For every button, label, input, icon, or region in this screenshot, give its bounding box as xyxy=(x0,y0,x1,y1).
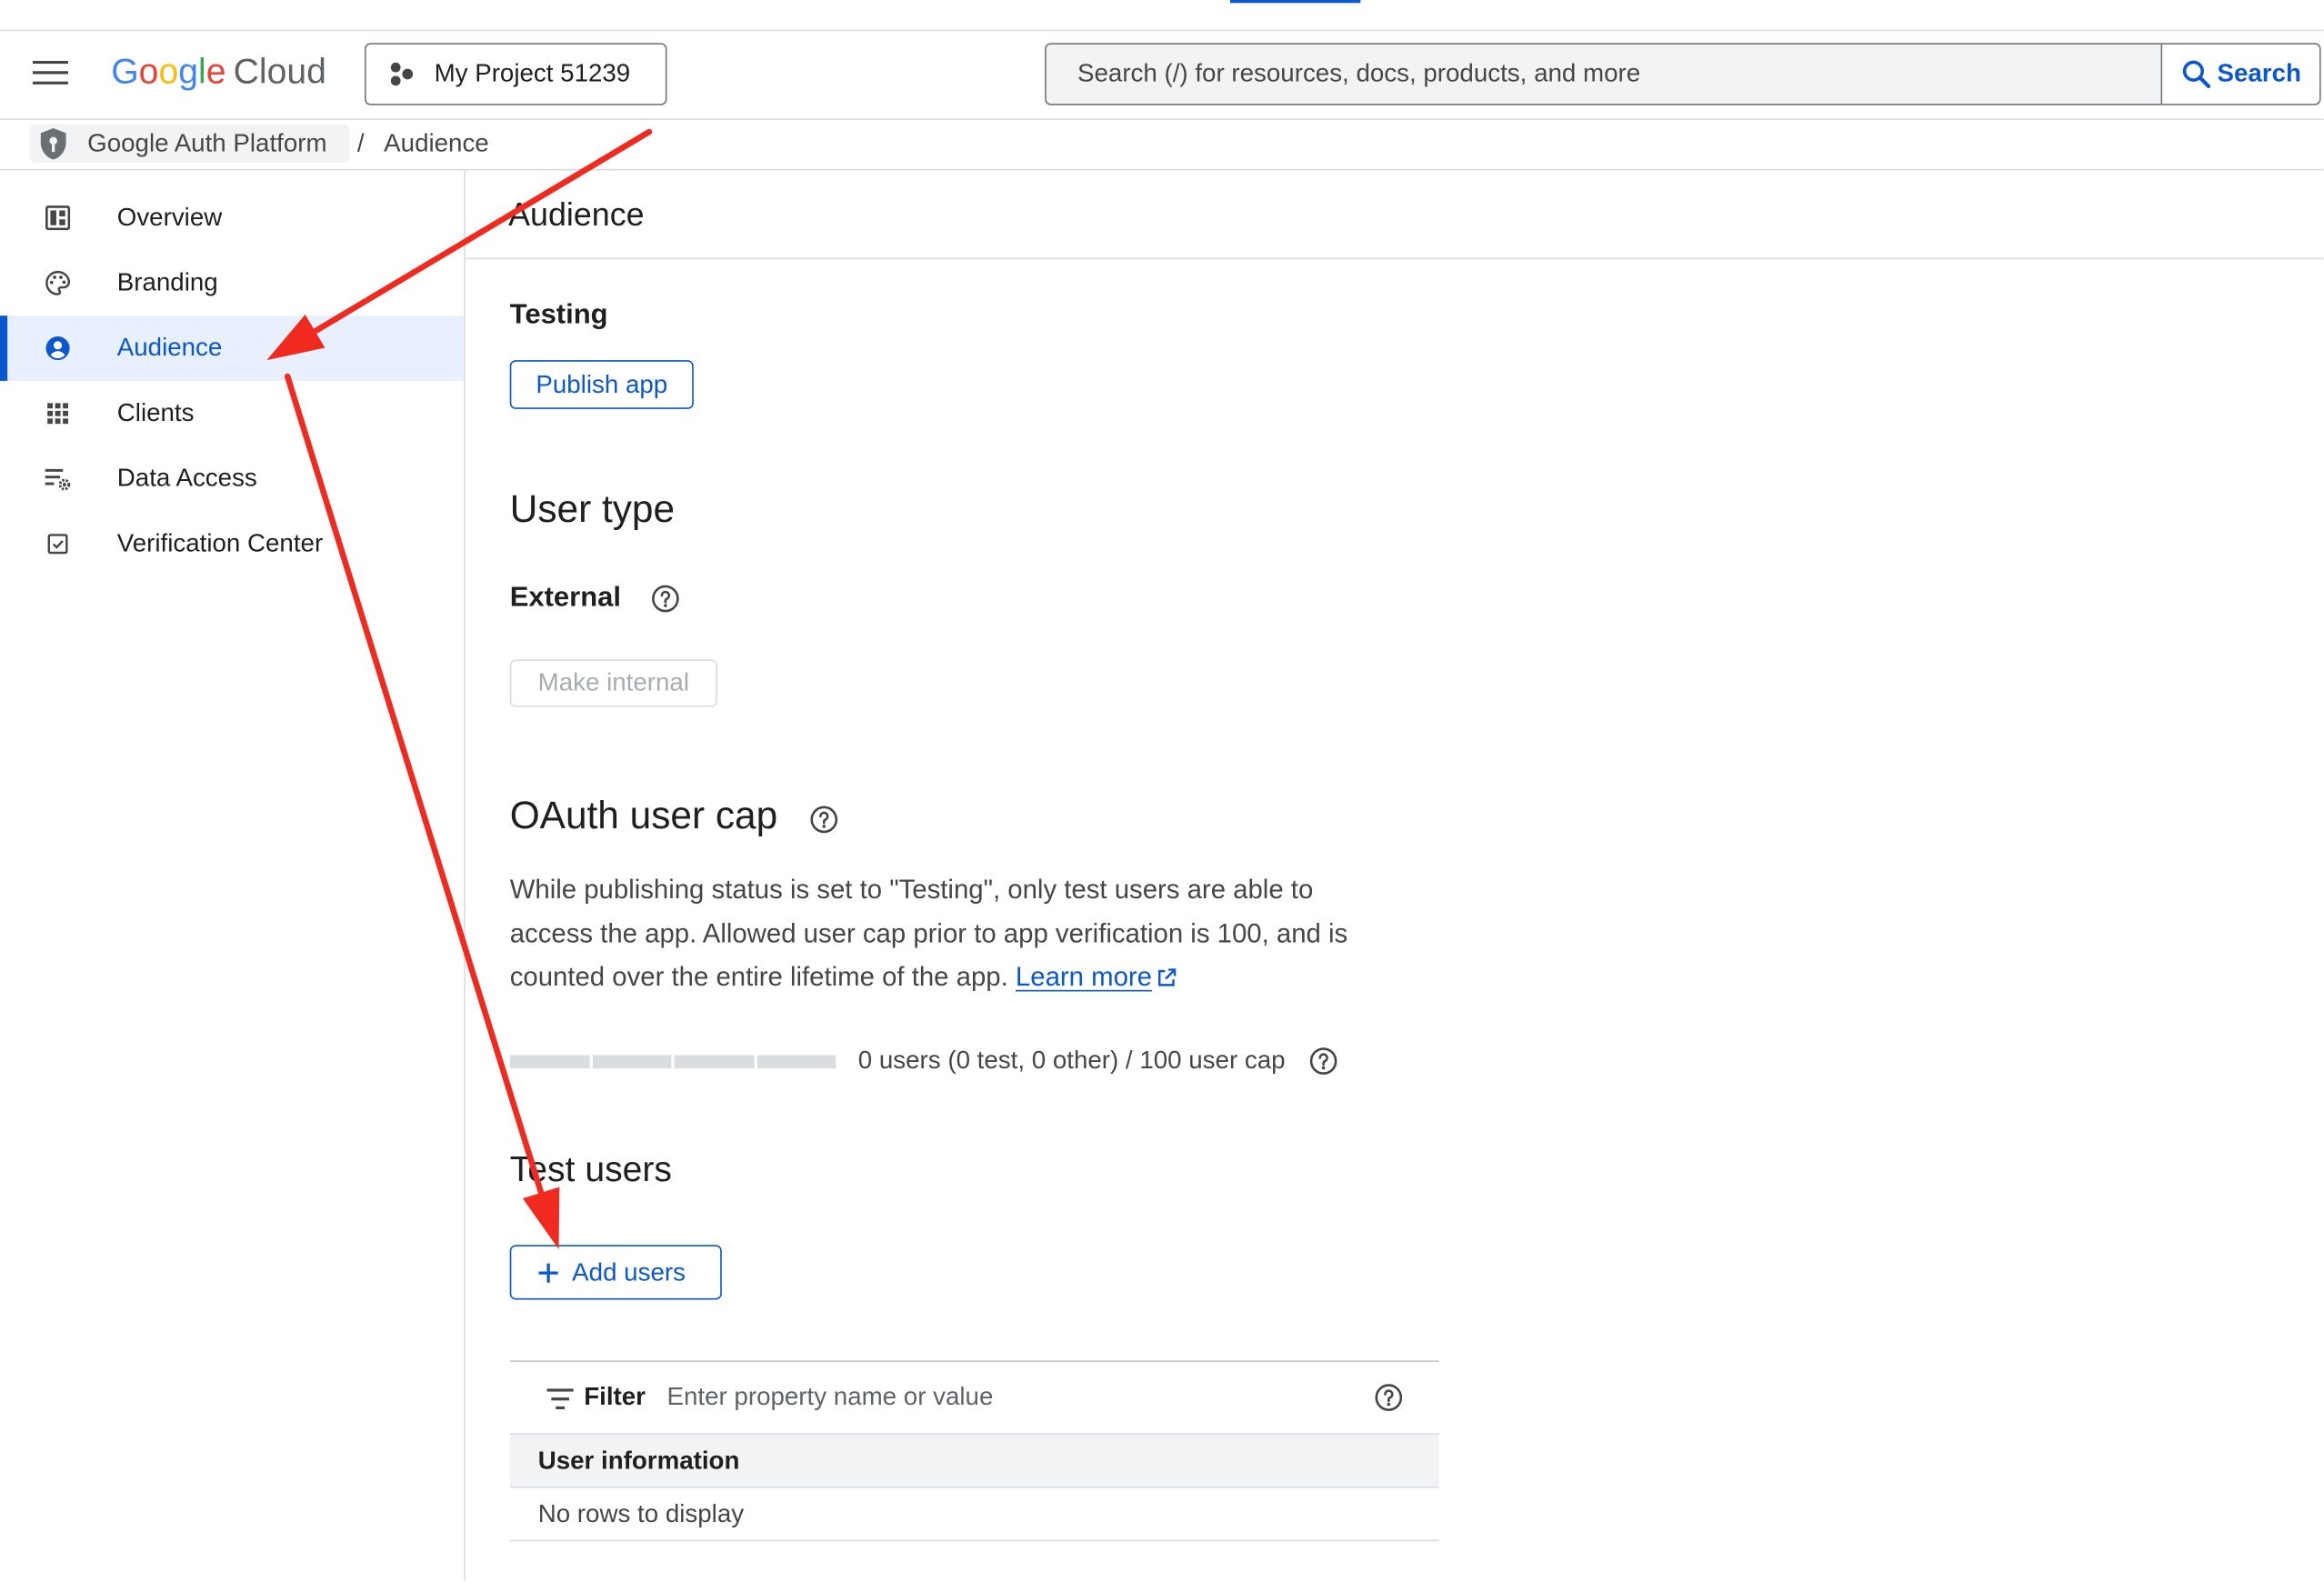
progress-segment xyxy=(756,1055,836,1069)
sidebar-item-clients[interactable]: Clients xyxy=(0,381,464,446)
project-icon xyxy=(388,61,415,87)
oauth-cap-heading-row: OAuth user cap xyxy=(510,790,838,840)
project-picker-button[interactable]: My Project 51239 xyxy=(364,43,667,105)
cloud-wordmark: Cloud xyxy=(233,52,326,93)
header-bottom-border xyxy=(0,118,2324,121)
breadcrumb-product[interactable]: Google Auth Platform xyxy=(29,124,350,164)
progress-segment xyxy=(674,1055,754,1069)
filter-icon xyxy=(546,1388,574,1410)
publish-app-button[interactable]: Publish app xyxy=(509,360,694,409)
google-wordmark: Google xyxy=(111,52,225,92)
table-header-row: User information xyxy=(509,1434,1439,1488)
page: GoogleCloud My Project 51239 Search Goog… xyxy=(0,0,2324,1582)
user-cap-progress-bar xyxy=(509,1055,836,1069)
publishing-status: Testing xyxy=(509,299,608,331)
apps-grid-icon xyxy=(45,400,71,426)
search-icon xyxy=(2181,59,2211,89)
data-access-icon xyxy=(45,466,71,492)
user-cap-usage-text: 0 users (0 test, 0 other) / 100 user cap xyxy=(857,1046,1286,1075)
column-header-user-information[interactable]: User information xyxy=(538,1435,740,1487)
google-wordmark-letter: o xyxy=(158,52,179,93)
make-internal-button[interactable]: Make internal xyxy=(509,659,717,707)
search-bar: Search xyxy=(1045,43,2321,105)
progress-segment xyxy=(509,1055,589,1069)
page-title: Audience xyxy=(508,195,645,233)
sidebar-item-label: Audience xyxy=(116,333,223,362)
learn-more-link[interactable]: Learn more xyxy=(1015,961,1178,992)
sidebar-divider xyxy=(464,170,466,1582)
sidebar: Overview Branding Audience Clients Data … xyxy=(0,170,465,1581)
search-button[interactable]: Search xyxy=(2160,44,2319,105)
search-button-label: Search xyxy=(2217,59,2301,88)
test-users-table: Filter User information No rows to displ… xyxy=(509,1360,1439,1542)
add-users-button[interactable]: Add users xyxy=(509,1245,722,1300)
oauth-cap-heading: OAuth user cap xyxy=(509,793,778,837)
oauth-cap-description: While publishing status is set to "Testi… xyxy=(510,868,1347,999)
user-type-row: External xyxy=(510,578,680,620)
filter-label: Filter xyxy=(584,1382,646,1411)
filter-input[interactable] xyxy=(660,1361,1349,1434)
description-line: counted over the entire lifetime of the … xyxy=(509,961,1008,992)
description-line: access the app. Allowed user cap prior t… xyxy=(509,917,1348,948)
table-filter-bar: Filter xyxy=(509,1360,1439,1435)
empty-state-text: No rows to display xyxy=(537,1499,745,1528)
add-users-label: Add users xyxy=(572,1257,686,1287)
help-icon[interactable] xyxy=(651,584,681,614)
learn-more-label: Learn more xyxy=(1015,961,1152,992)
annotation-arrow-head xyxy=(522,1186,560,1250)
sidebar-item-branding[interactable]: Branding xyxy=(0,250,464,315)
breadcrumb-separator: / xyxy=(356,128,365,157)
help-icon[interactable] xyxy=(808,805,838,835)
google-wordmark-letter: g xyxy=(178,52,199,93)
description-line-last: counted over the entire lifetime of the … xyxy=(510,956,1347,999)
user-cap-usage-row: 0 users (0 test, 0 other) / 100 user cap xyxy=(858,1044,1338,1079)
sidebar-item-label: Clients xyxy=(116,398,195,427)
user-type-heading: User type xyxy=(509,486,676,531)
account-circle-icon xyxy=(45,335,71,361)
breadcrumb-product-label: Google Auth Platform xyxy=(87,128,327,157)
sidebar-item-label: Overview xyxy=(116,203,223,232)
table-empty-row: No rows to display xyxy=(509,1488,1439,1542)
verification-icon xyxy=(45,531,71,557)
test-users-heading: Test users xyxy=(509,1149,673,1190)
sidebar-item-overview[interactable]: Overview xyxy=(0,185,464,251)
sidebar-item-label: Branding xyxy=(116,268,218,296)
progress-segment xyxy=(592,1055,672,1069)
shield-icon xyxy=(37,126,70,162)
search-input[interactable] xyxy=(1046,44,2161,105)
google-wordmark-letter: o xyxy=(138,52,159,93)
google-wordmark-letter: e xyxy=(205,52,226,93)
tab-indicator xyxy=(1229,0,1361,4)
project-name: My Project 51239 xyxy=(434,59,631,88)
google-cloud-logo[interactable]: Google Cloud xyxy=(111,49,326,96)
sidebar-item-verification-center[interactable]: Verification Center xyxy=(0,511,464,576)
external-link-icon xyxy=(1157,966,1178,988)
user-type-value: External xyxy=(509,582,621,614)
progress-track xyxy=(509,1055,836,1069)
google-wordmark-letter: G xyxy=(111,52,139,93)
help-icon[interactable] xyxy=(1309,1046,1339,1076)
google-wordmark-letter: l xyxy=(198,52,206,93)
palette-icon xyxy=(45,270,71,296)
description-line: While publishing status is set to "Testi… xyxy=(509,874,1314,905)
plus-icon xyxy=(536,1261,560,1285)
header-top-border xyxy=(0,29,2324,32)
help-icon[interactable] xyxy=(1374,1383,1404,1413)
sidebar-item-audience[interactable]: Audience xyxy=(0,315,465,381)
breadcrumb-current: Audience xyxy=(384,128,489,157)
sidebar-item-data-access[interactable]: Data Access xyxy=(0,446,464,512)
sidebar-item-label: Verification Center xyxy=(116,528,324,557)
menu-icon[interactable] xyxy=(32,60,68,85)
dashboard-icon xyxy=(45,205,71,231)
sidebar-item-label: Data Access xyxy=(116,464,257,493)
selected-indicator xyxy=(0,315,8,381)
title-divider xyxy=(465,257,2324,260)
